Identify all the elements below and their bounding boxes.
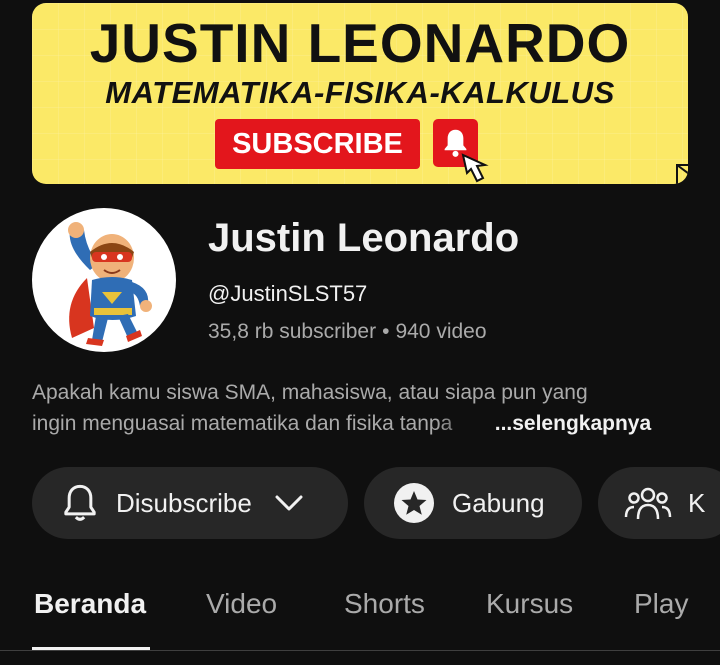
channel-banner: JUSTIN LEONARDO MATEMATIKA-FISIKA-KALKUL… [32, 3, 688, 184]
description-line-2: ingin menguasai matematika dan fisika ta… [32, 408, 692, 439]
subscribed-button[interactable]: Disubscribe [32, 467, 348, 539]
tab-video[interactable]: Video [206, 588, 277, 620]
channel-name: Justin Leonardo [208, 216, 520, 260]
channel-stats: 35,8 rb subscriber • 940 video [208, 320, 487, 344]
subscriber-count: 35,8 rb subscriber [208, 320, 377, 343]
channel-handle: @JustinSLST57 [208, 281, 368, 306]
description-line-2-text: ingin menguasai matematika dan fisika ta… [32, 412, 429, 435]
show-more-link[interactable]: ...selengkapnya [495, 412, 651, 435]
description-fade-text: pa [428, 412, 453, 435]
community-button[interactable]: K [598, 467, 720, 539]
subscribed-label: Disubscribe [116, 487, 252, 518]
channel-avatar[interactable] [32, 208, 176, 352]
description-line-1: Apakah kamu siswa SMA, mahasiswa, atau s… [32, 381, 588, 404]
join-button[interactable]: Gabung [364, 467, 582, 539]
banner-subscribe-graphic: SUBSCRIBE [215, 119, 420, 169]
join-label: Gabung [452, 487, 545, 518]
tab-kursus[interactable]: Kursus [486, 588, 573, 620]
people-group-icon [624, 487, 672, 520]
tab-shorts[interactable]: Shorts [344, 588, 425, 620]
star-badge-icon [394, 483, 434, 523]
tab-playlist[interactable]: Play [634, 588, 688, 620]
channel-tabs: Beranda Video Shorts Kursus Play [0, 570, 720, 651]
bell-icon [64, 484, 96, 521]
banner-subtitle: MATEMATIKA-FISIKA-KALKULUS [105, 75, 615, 110]
active-tab-indicator [32, 647, 150, 650]
stats-separator: • [382, 320, 390, 343]
community-label: K [688, 487, 706, 518]
video-count: 940 video [395, 320, 487, 343]
hand-cursor-icon [461, 153, 489, 183]
banner-title: JUSTIN LEONARDO [89, 12, 631, 74]
channel-description[interactable]: Apakah kamu siswa SMA, mahasiswa, atau s… [32, 377, 692, 439]
superhero-avatar-icon [68, 222, 152, 346]
chevron-down-icon [275, 495, 303, 511]
tab-beranda[interactable]: Beranda [34, 588, 146, 620]
mail-icon [676, 164, 688, 184]
